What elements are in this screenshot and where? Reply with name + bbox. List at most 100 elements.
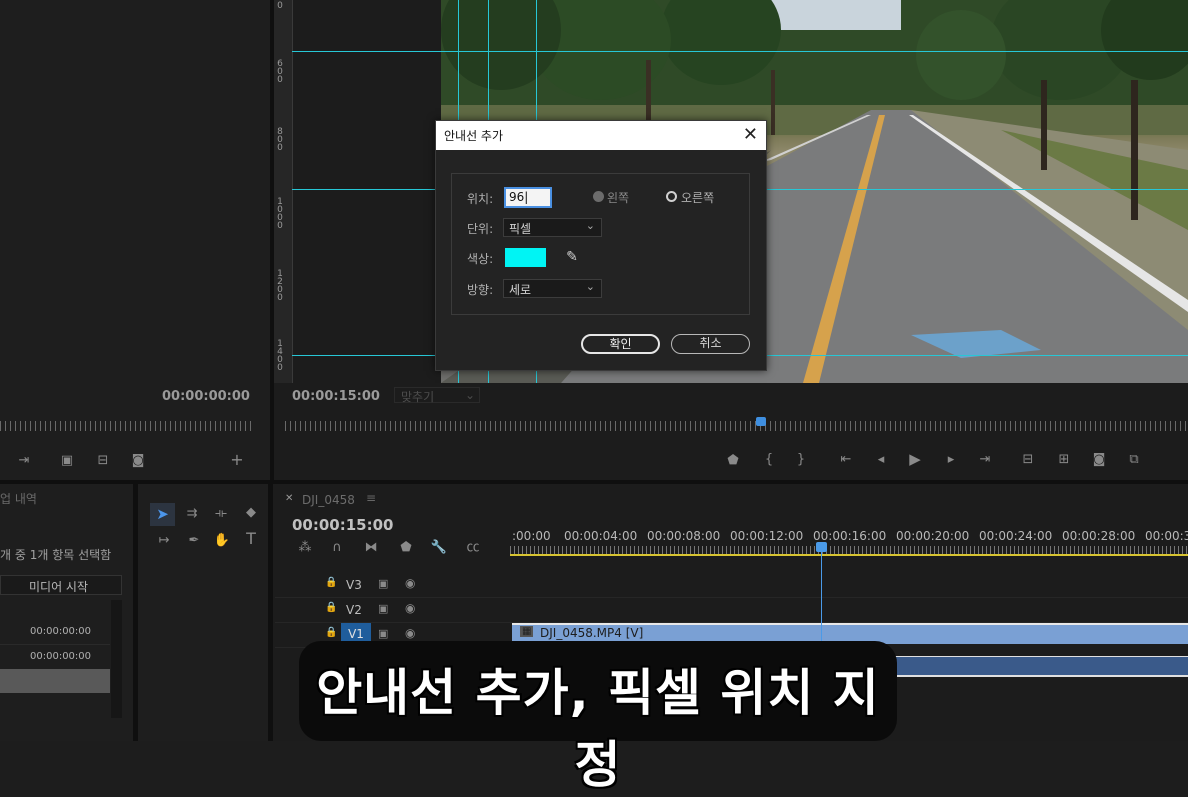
film-icon[interactable]: ▣ [378,627,388,640]
ok-button[interactable]: 확인 [581,334,660,354]
slip-icon[interactable]: ↦ [155,534,173,548]
film-icon[interactable]: ▣ [378,577,388,590]
playhead-marker[interactable] [756,417,766,426]
lock-icon[interactable]: 🔒 [325,577,337,588]
sequence-tab[interactable]: DJI_0458 [302,493,355,507]
list-row[interactable]: 00:00:00:00 [0,645,110,670]
add-button-icon[interactable]: + [228,452,246,468]
track-select-icon[interactable]: ⇉ [183,507,201,521]
scrollbar[interactable] [111,600,122,718]
media-start-header[interactable]: 미디어 시작 [0,575,122,595]
radio-left-label[interactable]: 왼쪽 [607,189,629,206]
source-timecode[interactable]: 00:00:00:00 [162,389,250,404]
position-input[interactable]: 96| [504,187,552,208]
selection-status: 개 중 1개 항목 선택함 [0,548,112,562]
captions-icon[interactable]: ㏄ [464,541,482,555]
add-marker-icon[interactable]: ⬟ [397,541,415,555]
track-lane-v2[interactable] [510,598,1188,623]
track-name: V2 [346,603,362,617]
time-label: 00:00:3 [1145,529,1188,543]
linked-selection-icon[interactable]: ⧓ [362,541,380,555]
color-swatch[interactable] [505,248,546,267]
go-to-in-icon[interactable]: ⇤ [837,453,855,467]
chevron-down-icon: ⌄ [585,280,595,293]
camera-icon[interactable]: ◙ [1090,453,1108,467]
radio-left[interactable] [593,191,604,202]
source-scrub-ruler[interactable] [0,421,254,431]
list-row[interactable]: 00:00:00:00 [0,620,110,645]
wrench-icon[interactable]: 🔧 [430,541,448,555]
time-ruler-ticks [510,546,1188,554]
eye-icon[interactable]: ◉ [405,626,415,640]
vertical-ruler[interactable]: 0 600 800 1000 1200 1400 [274,0,293,383]
fit-select-label: 맞추기 [401,390,435,404]
pen-icon[interactable]: ✒ [185,534,203,548]
time-label: 00:00:24:00 [979,529,1053,543]
chevron-down-icon: ⌄ [464,388,475,402]
eye-icon[interactable]: ◉ [405,576,415,590]
film-icon[interactable]: ▣ [378,602,388,615]
type-tool-icon[interactable]: T [242,531,260,547]
clip-label: DJI_0458.MP4 [V] [540,626,644,640]
track-lane-v3[interactable] [510,573,1188,598]
camera-icon[interactable]: ◙ [129,454,147,468]
program-scrub-ruler[interactable] [285,421,1188,431]
subtitle-caption: 안내선 추가, 픽셀 위치 지정 [299,641,897,794]
mark-out-icon[interactable]: } [792,453,810,467]
orientation-select[interactable]: 세로 ⌄ [503,279,602,298]
overwrite-icon[interactable]: ▣ [58,454,76,468]
timeline-playhead-handle[interactable] [816,542,827,552]
time-label: 00:00:12:00 [730,529,804,543]
chevron-down-icon: ⌄ [585,219,595,232]
mark-in-icon[interactable]: { [760,453,778,467]
time-label: :00:00 [512,529,551,543]
step-back-icon[interactable]: ◂ [872,453,890,467]
eyedropper-icon[interactable]: ✎ [563,250,581,264]
cancel-button[interactable]: 취소 [671,334,750,354]
radio-right-label[interactable]: 오른쪽 [681,189,714,206]
play-icon[interactable]: ▶ [906,452,924,467]
source-monitor [0,0,270,480]
history-tab[interactable]: 업 내역 [0,490,37,507]
dialog-title: 안내선 추가 [444,129,504,143]
razor-icon[interactable]: ◆ [242,506,260,520]
time-label: 00:00:20:00 [896,529,970,543]
unit-select[interactable]: 픽셀 ⌄ [503,218,602,237]
guide-line-horizontal[interactable] [292,51,1188,52]
step-forward-icon[interactable]: ▸ [942,453,960,467]
time-label: 00:00:16:00 [813,529,887,543]
timeline-timecode[interactable]: 00:00:15:00 [292,516,394,534]
dialog-title-bar[interactable]: 안내선 추가 ✕ [436,121,766,150]
program-timecode[interactable]: 00:00:15:00 [292,389,380,404]
work-area-bar[interactable] [510,554,1188,556]
close-icon[interactable]: ✕ [743,124,758,145]
nest-icon[interactable]: ⁂ [296,541,314,555]
lock-icon[interactable]: 🔒 [325,602,337,613]
hand-icon[interactable]: ✋ [213,534,231,548]
snap-icon[interactable]: ∩ [328,541,346,555]
track-header-v3[interactable]: 🔒 V3 ▣ ◉ [275,573,510,598]
list-row-selected[interactable] [0,669,110,693]
radio-right[interactable] [666,191,677,202]
selection-tool-icon[interactable]: ➤ [150,503,175,526]
unit-select-value: 픽셀 [509,222,532,236]
export-frame-icon[interactable]: ⊟ [94,454,112,468]
eye-icon[interactable]: ◉ [405,601,415,615]
menu-icon[interactable]: ≡ [366,491,376,505]
comparison-view-icon[interactable]: ⧉ [1125,453,1143,467]
position-label: 위치: [467,192,494,206]
marker-icon[interactable]: ⬟ [724,454,742,468]
extract-icon[interactable]: ⊞ [1055,453,1073,467]
lock-icon[interactable]: 🔒 [325,627,337,638]
ripple-edit-icon[interactable]: ⟛ [212,507,230,521]
lift-icon[interactable]: ⊟ [1019,453,1037,467]
fit-select[interactable]: 맞추기 ⌄ [394,387,480,404]
time-label: 00:00:28:00 [1062,529,1136,543]
insert-icon[interactable]: ⇥ [15,454,33,468]
go-to-out-icon[interactable]: ⇥ [976,453,994,467]
color-label: 색상: [467,252,494,266]
track-header-v2[interactable]: 🔒 V2 ▣ ◉ [275,598,510,623]
add-guide-dialog: 안내선 추가 ✕ 위치: 96| 왼쪽 오른쪽 단위: 픽셀 ⌄ 색상: ✎ 방… [435,120,767,371]
close-icon[interactable]: ✕ [285,493,293,504]
orientation-select-value: 세로 [509,283,532,297]
